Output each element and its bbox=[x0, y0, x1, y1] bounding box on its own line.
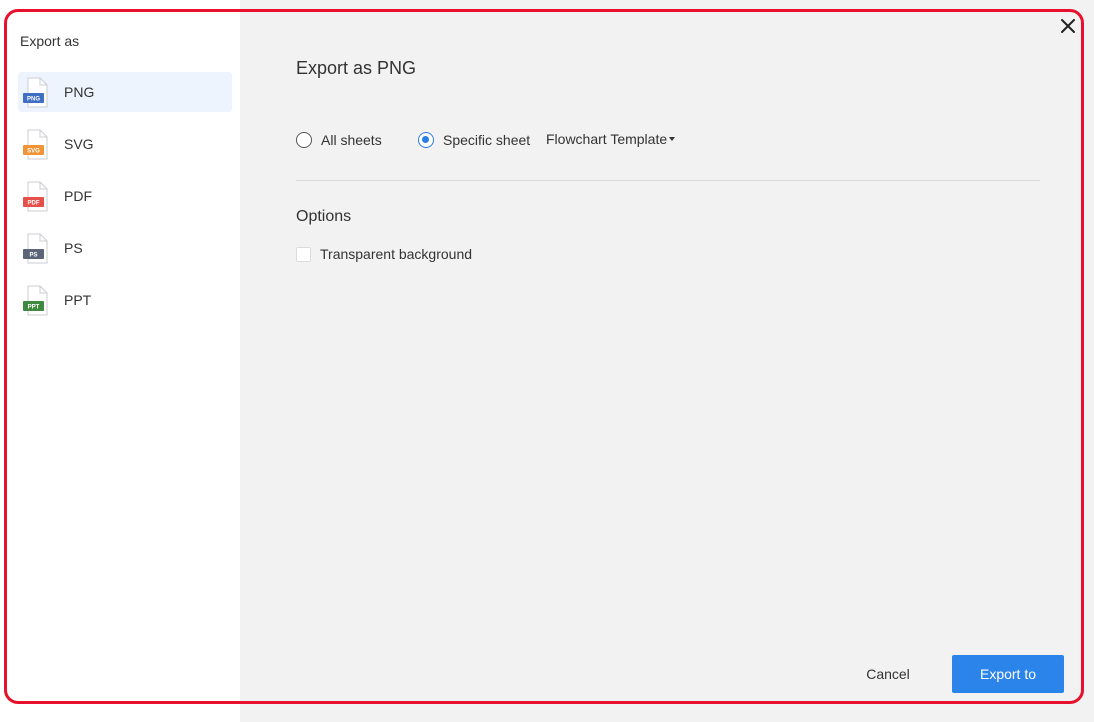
svg-text:PDF: PDF bbox=[28, 201, 40, 207]
format-label-svg: SVG bbox=[64, 136, 94, 152]
png-file-icon: PNG bbox=[23, 77, 48, 108]
ps-file-icon: PS bbox=[23, 233, 48, 264]
export-to-button[interactable]: Export to bbox=[952, 655, 1064, 693]
format-item-ps[interactable]: PS PS bbox=[18, 228, 232, 268]
ppt-file-icon: PPT bbox=[23, 285, 48, 316]
transparent-background-option[interactable]: Transparent background bbox=[296, 246, 472, 262]
cancel-button[interactable]: Cancel bbox=[850, 655, 926, 693]
format-item-pdf[interactable]: PDF PDF bbox=[18, 176, 232, 216]
transparent-background-checkbox[interactable] bbox=[296, 246, 311, 262]
close-button[interactable] bbox=[1058, 16, 1078, 36]
specific-sheet-label: Specific sheet bbox=[443, 132, 531, 148]
svg-text:PPT: PPT bbox=[28, 305, 40, 311]
export-settings-panel bbox=[240, 0, 1094, 722]
format-label-ppt: PPT bbox=[64, 292, 92, 308]
page-title: Export as PNG bbox=[296, 58, 417, 78]
all-sheets-label: All sheets bbox=[321, 132, 382, 148]
options-heading: Options bbox=[296, 208, 352, 225]
svg-file-icon: SVG bbox=[23, 129, 48, 160]
pdf-file-icon: PDF bbox=[23, 181, 48, 212]
sheet-dropdown[interactable]: Flowchart Template bbox=[546, 131, 676, 147]
format-label-ps: PS bbox=[64, 240, 83, 256]
specific-sheet-option[interactable]: Specific sheet bbox=[418, 129, 530, 151]
close-icon bbox=[1061, 19, 1075, 33]
section-divider bbox=[296, 180, 1040, 181]
all-sheets-option[interactable]: All sheets bbox=[296, 129, 382, 151]
all-sheets-radio[interactable] bbox=[296, 132, 312, 148]
format-item-ppt[interactable]: PPT PPT bbox=[18, 280, 232, 320]
format-item-png[interactable]: PNG PNG bbox=[18, 72, 232, 112]
sheet-dropdown-value: Flowchart Template bbox=[546, 131, 668, 147]
format-item-svg[interactable]: SVG SVG bbox=[18, 124, 232, 164]
svg-text:SVG: SVG bbox=[27, 149, 40, 155]
format-label-png: PNG bbox=[64, 84, 95, 100]
sidebar-title: Export as bbox=[20, 33, 80, 49]
transparent-background-label: Transparent background bbox=[320, 246, 473, 262]
caret-down-icon bbox=[669, 136, 676, 141]
export-dialog: Export as PNG PNG SVG SVG PDF PDF PS PS … bbox=[0, 0, 1094, 722]
specific-sheet-radio[interactable] bbox=[418, 132, 434, 148]
format-sidebar: Export as PNG PNG SVG SVG PDF PDF PS PS … bbox=[0, 0, 240, 722]
format-label-pdf: PDF bbox=[64, 188, 92, 204]
svg-text:PNG: PNG bbox=[27, 97, 40, 103]
svg-text:PS: PS bbox=[29, 253, 37, 259]
